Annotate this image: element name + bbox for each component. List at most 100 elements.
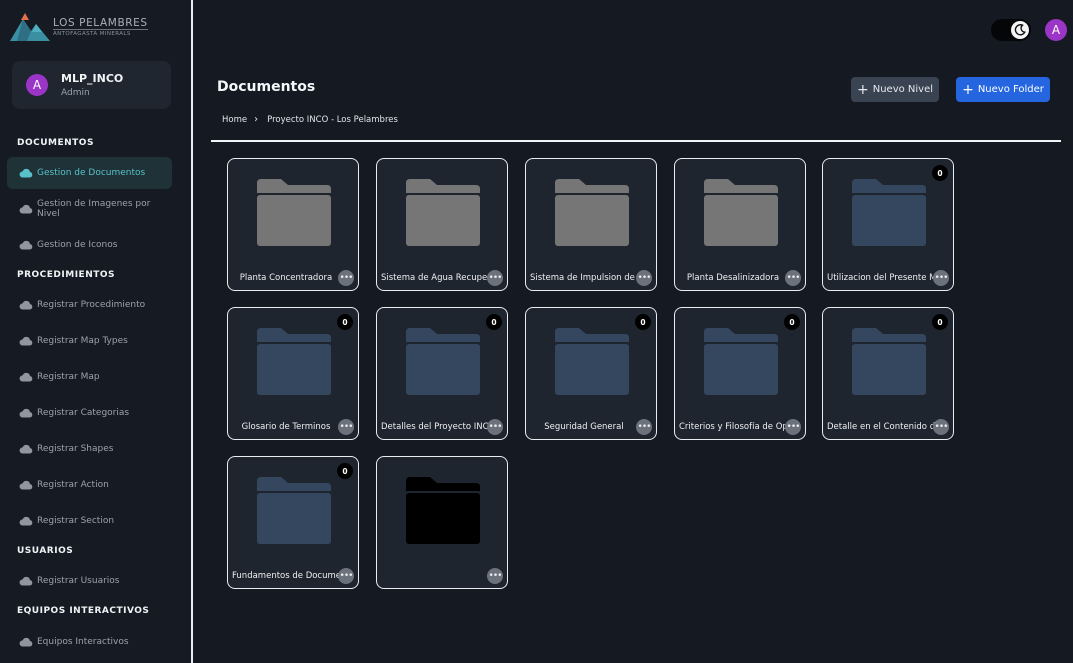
section-usuarios: USUARIOS [17, 546, 74, 556]
folder-icon [704, 328, 778, 395]
nuevo-folder-label: Nuevo Folder [977, 84, 1044, 95]
folder-card[interactable]: 0 Detalle en el Contenido del Manual••• [822, 307, 954, 440]
sidebar-item-registrar-usuarios[interactable]: Registrar Usuarios [7, 565, 172, 597]
folder-card[interactable]: Planta Desalinizadora ••• [674, 158, 806, 291]
cloud-icon [19, 576, 33, 586]
count-badge: 0 [932, 165, 948, 181]
folder-label: Criterios y Filosofía de Operación [679, 422, 787, 432]
folder-card[interactable]: 0 Criterios y Filosofía de Operación••• [674, 307, 806, 440]
cloud-icon [19, 480, 33, 490]
more-options-icon[interactable]: ••• [338, 270, 354, 286]
folder-card[interactable]: Sistema de Agua Recuperada••• [376, 158, 508, 291]
breadcrumb: Home › Proyecto INCO - Los Pelambres [222, 114, 398, 125]
nuevo-folder-button[interactable]: + Nuevo Folder [956, 77, 1050, 102]
count-badge: 0 [486, 314, 502, 330]
sidebar-item-label: Registrar Action [37, 480, 109, 490]
breadcrumb-current[interactable]: Proyecto INCO - Los Pelambres [267, 115, 398, 125]
count-badge: 0 [635, 314, 651, 330]
folder-card[interactable]: 0 Detalles del Proyecto INCO ••• [376, 307, 508, 440]
brand-logo[interactable]: LOS PELAMBRES ANTOFAGASTA MINERALS [9, 11, 148, 43]
sidebar-item-registrar-section[interactable]: Registrar Section [7, 505, 172, 537]
sidebar-item-registrar-shapes[interactable]: Registrar Shapes [7, 433, 172, 465]
count-badge: 0 [932, 314, 948, 330]
sidebar-item-label: Registrar Procedimiento [37, 300, 146, 310]
cloud-icon [19, 408, 33, 418]
avatar: A [26, 74, 48, 96]
brand-title: LOS PELAMBRES [53, 16, 148, 29]
folder-card[interactable]: 0 Seguridad General ••• [525, 307, 657, 440]
sidebar-item-registrar-categorias[interactable]: Registrar Categorias [7, 397, 172, 429]
sidebar-item-label: Equipos Interactivos [37, 637, 129, 647]
sidebar-item-equipos-interactivos[interactable]: Equipos Interactivos [7, 626, 172, 658]
count-badge: 0 [784, 314, 800, 330]
sidebar-item-gestion-iconos[interactable]: Gestion de Iconos [7, 229, 172, 261]
plus-icon: + [856, 81, 869, 98]
folder-card[interactable]: Planta Concentradora ••• [227, 158, 359, 291]
more-options-icon[interactable]: ••• [338, 419, 354, 435]
folder-icon [406, 328, 480, 395]
count-badge: 0 [337, 463, 353, 479]
sidebar-item-label: Registrar Map [37, 372, 100, 382]
folder-icon [555, 179, 629, 246]
section-documentos: DOCUMENTOS [17, 138, 94, 148]
folder-icon [257, 477, 331, 544]
folder-label: Sistema de Agua Recuperada [381, 273, 489, 283]
cloud-icon [19, 240, 33, 250]
folder-card[interactable]: 0 Fundamentos de Documentación••• [227, 456, 359, 589]
sidebar-item-gestion-documentos[interactable]: Gestion de Documentos [7, 157, 172, 189]
sidebar-item-registrar-procedimiento[interactable]: Registrar Procedimiento [7, 289, 172, 321]
sidebar-item-gestion-imagenes[interactable]: Gestion de Imagenes por Nivel [7, 193, 172, 225]
more-options-icon[interactable]: ••• [933, 419, 949, 435]
folder-card[interactable]: 0 Glosario de Terminos ••• [227, 307, 359, 440]
sidebar-item-label: Gestion de Iconos [37, 240, 118, 250]
sidebar-item-registrar-action[interactable]: Registrar Action [7, 469, 172, 501]
cloud-icon [19, 516, 33, 526]
page-title: Documentos [217, 79, 316, 95]
more-options-icon[interactable]: ••• [636, 270, 652, 286]
more-options-icon[interactable]: ••• [487, 270, 503, 286]
folder-icon [257, 328, 331, 395]
divider [211, 140, 1061, 142]
user-name: MLP_INCO [61, 72, 124, 85]
nuevo-nivel-label: Nuevo Nivel [872, 84, 934, 95]
more-options-icon[interactable]: ••• [487, 568, 503, 584]
sidebar-item-registrar-map[interactable]: Registrar Map [7, 361, 172, 393]
sidebar-item-label: Registrar Shapes [37, 444, 114, 454]
folder-label: Seguridad General [544, 422, 624, 432]
folder-label: Detalles del Proyecto INCO [381, 422, 489, 432]
sidebar-item-label: Registrar Categorias [37, 408, 130, 418]
folder-icon [257, 179, 331, 246]
folder-card[interactable]: Sistema de Impulsion de Agua••• [525, 158, 657, 291]
more-options-icon[interactable]: ••• [487, 419, 503, 435]
sidebar-item-label: Registrar Section [37, 516, 115, 526]
folder-icon [406, 477, 480, 544]
header-avatar[interactable]: A [1045, 19, 1067, 41]
cloud-icon [19, 300, 33, 310]
folder-icon [852, 328, 926, 395]
section-procedimientos: PROCEDIMIENTOS [17, 270, 116, 280]
folder-card[interactable]: ••• [376, 456, 508, 589]
sidebar-item-label: Registrar Map Types [37, 336, 128, 346]
chevron-right-icon: › [254, 114, 259, 125]
folder-icon [704, 179, 778, 246]
cloud-icon [19, 336, 33, 346]
count-badge: 0 [337, 314, 353, 330]
folder-label: Fundamentos de Documentación [232, 571, 340, 581]
sidebar-item-registrar-map-types[interactable]: Registrar Map Types [7, 325, 172, 357]
user-card[interactable]: A MLP_INCO Admin [12, 61, 171, 109]
theme-toggle[interactable] [991, 19, 1031, 41]
more-options-icon[interactable]: ••• [785, 419, 801, 435]
cloud-icon [19, 444, 33, 454]
folder-label: Planta Desalinizadora [686, 273, 780, 283]
folder-card[interactable]: 0 Utilizacion del Presente Manual••• [822, 158, 954, 291]
more-options-icon[interactable]: ••• [785, 270, 801, 286]
breadcrumb-home[interactable]: Home [222, 115, 247, 125]
more-options-icon[interactable]: ••• [636, 419, 652, 435]
more-options-icon[interactable]: ••• [338, 568, 354, 584]
more-options-icon[interactable]: ••• [933, 270, 949, 286]
nuevo-nivel-button[interactable]: + Nuevo Nivel [851, 77, 939, 102]
sidebar-item-label: Registrar Usuarios [37, 576, 120, 586]
folder-icon [406, 179, 480, 246]
brand-subtitle: ANTOFAGASTA MINERALS [53, 28, 148, 38]
folder-label: Planta Concentradora [239, 273, 333, 283]
